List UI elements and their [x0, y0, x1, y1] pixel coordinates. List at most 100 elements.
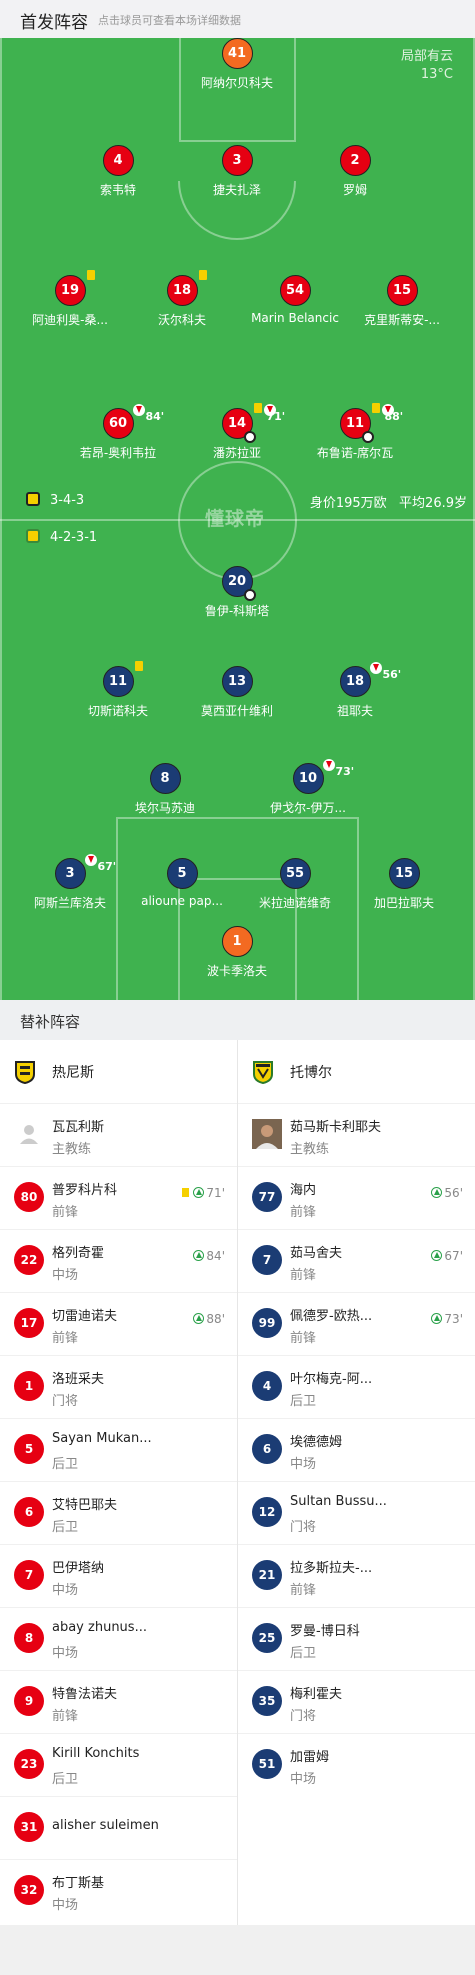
weather-condition: 局部有云: [400, 49, 453, 64]
yellow-card-icon: [134, 661, 143, 671]
sub-off-icon: [132, 404, 145, 416]
separator: [238, 1733, 475, 1734]
sub-number: 23: [14, 1749, 44, 1779]
player-number: 14 71': [221, 403, 285, 443]
separator: [0, 1544, 237, 1545]
player-away-10[interactable]: 10 73' 伊戈尔-伊万...: [243, 759, 373, 816]
sub-player-home[interactable]: 22 格列奇霍 中场 84': [0, 1229, 237, 1292]
player-away-8[interactable]: 8 埃尔马苏迪: [100, 763, 230, 816]
player-away-3[interactable]: 3 67' 阿斯兰库洛夫: [5, 854, 135, 911]
sub-number: 12: [252, 1497, 282, 1527]
sub-player-home[interactable]: 7 巴伊塔纳 中场: [0, 1544, 237, 1607]
sub-player-home[interactable]: 9 特鲁法诺夫 前锋: [0, 1670, 237, 1733]
player-home-15[interactable]: 15 克里斯蒂安-...: [337, 275, 467, 328]
player-home-4[interactable]: 4 索韦特: [53, 145, 183, 198]
sub-player-away[interactable]: 4 叶尔梅克-阿... 后卫: [238, 1355, 475, 1418]
sub-name: 切雷迪诺夫: [52, 1309, 118, 1324]
subs-list: 热尼斯 托博尔 瓦瓦利斯 主教练 茹马斯卡利耶夫 主教练 80 普罗科片科 前锋 71…: [0, 1040, 475, 1925]
separator: [0, 1670, 237, 1671]
sub-player-home[interactable]: 5 Sayan Mukan... 后卫: [0, 1418, 237, 1481]
away-team-row[interactable]: 托博尔: [238, 1040, 475, 1103]
header: 首发阵容 点击球员可查看本场详细数据: [0, 0, 475, 38]
player-away-1[interactable]: 1 波卡季洛夫: [172, 926, 302, 979]
sub-in-icon: [431, 1313, 443, 1324]
player-name: 克里斯蒂安-...: [364, 313, 440, 327]
player-away-13[interactable]: 13 莫西亚什维利: [172, 666, 302, 719]
separator: [238, 1292, 475, 1293]
sub-player-away[interactable]: 51 加雷姆 中场: [238, 1733, 475, 1796]
player-away-11[interactable]: 11 切斯诺科夫: [53, 661, 183, 719]
player-home-60[interactable]: 60 84' 若昂-奥利韦拉: [53, 404, 183, 461]
yellow-card-icon: [86, 270, 95, 280]
away-team-name: 托博尔: [290, 1065, 332, 1081]
sub-position: 中场: [290, 1772, 317, 1787]
player-name: 阿斯兰库洛夫: [33, 896, 106, 910]
sub-in-icon: [193, 1313, 205, 1324]
player-name: alioune pap...: [141, 894, 223, 908]
separator: [238, 1166, 475, 1167]
coach-name: 茹马斯卡利耶夫: [290, 1120, 382, 1135]
sub-name: 叶尔梅克-阿...: [290, 1372, 373, 1387]
sub-name: alisher suleimen: [52, 1818, 159, 1833]
sub-player-away[interactable]: 99 佩德罗-欧热... 前锋 73': [238, 1292, 475, 1355]
separator: [238, 1229, 475, 1230]
away-formation-label: 4-2-3-1: [50, 530, 98, 545]
separator: [238, 1670, 475, 1671]
player-number: 5: [166, 858, 198, 889]
sub-player-away[interactable]: 12 Sultan Bussu... 门将: [238, 1481, 475, 1544]
player-home-18[interactable]: 18 沃尔科夫: [117, 270, 247, 328]
player-home-2[interactable]: 2 罗姆: [290, 145, 420, 198]
separator: [238, 1355, 475, 1356]
player-away-15[interactable]: 15 加巴拉耶夫: [339, 858, 469, 911]
sub-number: 9: [14, 1686, 44, 1716]
sub-in-time: 73': [431, 1312, 463, 1326]
player-away-18[interactable]: 18 56' 祖耶夫: [290, 662, 420, 719]
player-home-19[interactable]: 19 阿迪利奥-桑...: [5, 270, 135, 328]
separator: [238, 1481, 475, 1482]
sub-player-home[interactable]: 32 布丁斯基 中场: [0, 1859, 237, 1922]
sub-time: 88': [384, 410, 404, 423]
sub-player-away[interactable]: 6 埃德德姆 中场: [238, 1418, 475, 1481]
sub-player-home[interactable]: 1 洛班采夫 门将: [0, 1355, 237, 1418]
yellow-card-icon: [182, 1188, 190, 1197]
sub-player-home[interactable]: 31 alisher suleimen: [0, 1796, 237, 1859]
sub-player-away[interactable]: 35 梅利霍夫 门将: [238, 1670, 475, 1733]
sub-name: 埃德德姆: [290, 1435, 343, 1450]
sub-player-away[interactable]: 25 罗曼-博日科 后卫: [238, 1607, 475, 1670]
player-home-11[interactable]: 11 88' 布鲁诺-席尔瓦: [290, 403, 420, 461]
home-team-badge-icon: [26, 492, 40, 506]
weather: 局部有云 13°C: [401, 48, 453, 84]
player-home-41[interactable]: 41 阿纳尔贝科夫: [172, 38, 302, 91]
player-home-14[interactable]: 14 71' 潘苏拉亚: [172, 403, 302, 461]
sub-number: 32: [14, 1875, 44, 1905]
sub-position: 后卫: [52, 1772, 79, 1787]
team-value: 身价195万欧 平均26.9岁: [310, 492, 467, 511]
sub-name: 佩德罗-欧热...: [290, 1309, 373, 1324]
player-number: 41: [221, 38, 253, 69]
sub-player-home[interactable]: 6 艾特巴耶夫 后卫: [0, 1481, 237, 1544]
sub-player-away[interactable]: 77 海内 前锋 56': [238, 1166, 475, 1229]
away-coach[interactable]: 茹马斯卡利耶夫 主教练: [238, 1103, 475, 1166]
sub-player-home[interactable]: 8 abay zhunus... 中场: [0, 1607, 237, 1670]
yellow-card-icon: [198, 270, 207, 280]
home-coach[interactable]: 瓦瓦利斯 主教练: [0, 1103, 237, 1166]
player-away-5[interactable]: 5 alioune pap...: [117, 858, 247, 908]
player-home-3[interactable]: 3 捷夫扎泽: [172, 145, 302, 198]
sub-position: 门将: [290, 1709, 317, 1724]
home-team-row[interactable]: 热尼斯: [0, 1040, 237, 1103]
player-number: 15: [386, 275, 418, 306]
sub-number: 35: [252, 1686, 282, 1716]
sub-player-away[interactable]: 21 拉多斯拉夫-... 前锋: [238, 1544, 475, 1607]
sub-number: 6: [14, 1497, 44, 1527]
sub-player-home[interactable]: 80 普罗科片科 前锋 71': [0, 1166, 237, 1229]
player-number: 20: [221, 566, 256, 601]
sub-off-icon: [369, 662, 382, 674]
sub-player-away[interactable]: 7 茹马舍夫 前锋 67': [238, 1229, 475, 1292]
player-away-20[interactable]: 20 鲁伊-科斯塔: [172, 566, 302, 619]
sub-in-time: 88': [193, 1312, 225, 1326]
sub-position: 前锋: [52, 1709, 79, 1724]
sub-player-home[interactable]: 17 切雷迪诺夫 前锋 88': [0, 1292, 237, 1355]
sub-player-home[interactable]: 23 Kirill Konchits 后卫: [0, 1733, 237, 1796]
player-name: 阿纳尔贝科夫: [200, 76, 273, 90]
sub-number: 6: [252, 1434, 282, 1464]
